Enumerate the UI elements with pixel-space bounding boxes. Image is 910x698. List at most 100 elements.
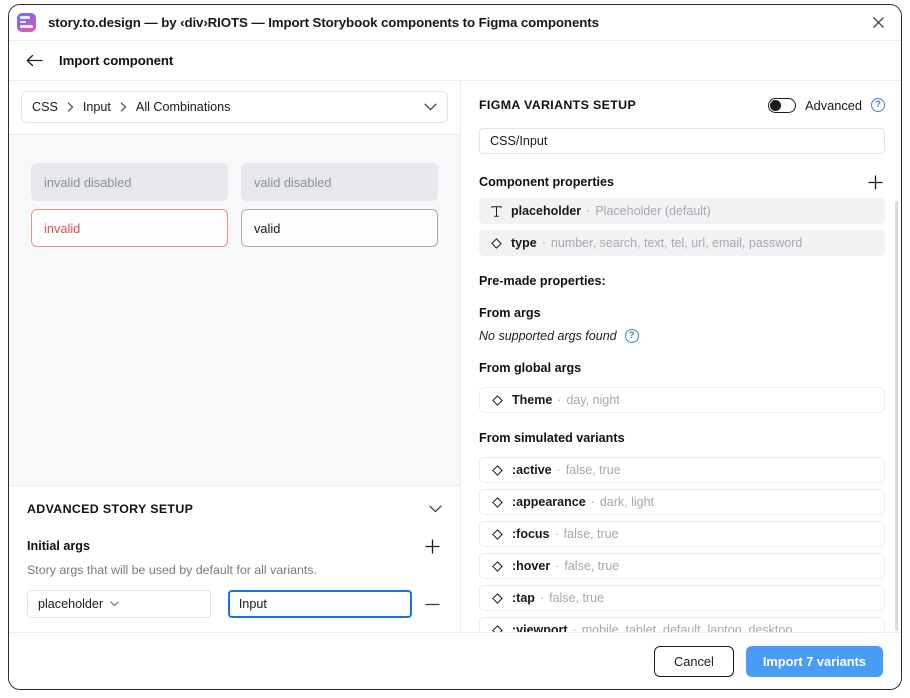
simulated-variant-row[interactable]: :hover · false, true (479, 553, 885, 579)
left-panel: CSS Input All Combinations invalid disab… (9, 81, 461, 632)
window-title: story.to.design — by ‹div›RIOTS — Import… (48, 15, 599, 30)
chevron-down-icon[interactable] (424, 103, 437, 111)
property-name: placeholder (511, 204, 582, 218)
breadcrumb-item-1[interactable]: Input (83, 100, 111, 114)
from-args-label: From args (479, 306, 541, 320)
component-property-row[interactable]: placeholder · Placeholder (default) (479, 198, 885, 224)
text-property-icon (489, 205, 503, 217)
preview-input-label: invalid disabled (44, 174, 132, 190)
preview-input-label: invalid (44, 220, 81, 236)
variant-property-icon (490, 592, 504, 604)
property-values: false, true (563, 527, 619, 541)
variant-property-icon (489, 237, 503, 249)
back-arrow-icon[interactable] (23, 50, 45, 72)
property-name: :hover (512, 559, 551, 573)
simulated-variant-row[interactable]: :viewport · mobile, tablet, default, lap… (479, 617, 885, 632)
variant-property-icon (490, 496, 504, 508)
preview-input-valid-disabled: valid disabled (241, 163, 438, 201)
title-bar: story.to.design — by ‹div›RIOTS — Import… (9, 5, 901, 41)
dialog-footer: Cancel Import 7 variants (9, 632, 901, 689)
property-name: :appearance (512, 495, 586, 509)
property-values: false, true (564, 559, 620, 573)
simulated-variant-row[interactable]: :focus · false, true (479, 521, 885, 547)
chevron-right-icon (120, 102, 127, 112)
property-separator: · (572, 623, 577, 632)
property-name: :focus (512, 527, 550, 541)
property-values: Placeholder (default) (595, 204, 711, 218)
initial-args-row: Initial args (27, 536, 442, 556)
variant-property-icon (490, 394, 504, 406)
advanced-story-setup-header[interactable]: ADVANCED STORY SETUP (27, 502, 442, 516)
page-title: Import component (59, 53, 174, 68)
right-panel: FIGMA VARIANTS SETUP Advanced ? CSS/Inpu… (461, 81, 901, 632)
property-name: :tap (512, 591, 535, 605)
property-name: :active (512, 463, 552, 477)
advanced-toggle-label: Advanced (805, 97, 862, 113)
variant-property-icon (490, 624, 504, 632)
premade-properties-label: Pre-made properties: (479, 274, 606, 288)
simulated-variant-row[interactable]: :appearance · dark, light (479, 489, 885, 515)
advanced-story-setup-section: ADVANCED STORY SETUP Initial args Story … (9, 485, 460, 632)
initial-args-label: Initial args (27, 539, 90, 553)
property-name: Theme (512, 393, 553, 407)
remove-initial-arg-button[interactable] (424, 594, 442, 614)
preview-input-valid: valid (241, 209, 438, 247)
cancel-button[interactable]: Cancel (654, 645, 734, 677)
property-separator: · (541, 236, 546, 250)
chevron-right-icon (67, 102, 74, 112)
advanced-toggle[interactable] (768, 97, 797, 113)
property-values: dark, light (599, 495, 655, 509)
main-body: CSS Input All Combinations invalid disab… (9, 81, 901, 632)
property-values: false, true (565, 463, 621, 477)
component-name-input[interactable]: CSS/Input (479, 128, 885, 154)
breadcrumb-item-0[interactable]: CSS (32, 100, 58, 114)
property-separator: · (554, 527, 559, 541)
property-values: day, night (566, 393, 620, 407)
component-preview-canvas: invalid disabled valid disabled invalid … (9, 135, 460, 485)
from-simulated-variants-label: From simulated variants (479, 431, 625, 445)
advanced-toggle-group: Advanced ? (768, 97, 885, 113)
arg-key-dropdown[interactable]: placeholder (27, 590, 211, 618)
help-icon[interactable]: ? (624, 329, 639, 343)
variant-property-icon (490, 464, 504, 476)
preview-input-label: valid (254, 220, 281, 236)
right-panel-scrollbar[interactable] (895, 201, 898, 631)
component-name-value: CSS/Input (490, 134, 548, 148)
property-name: type (511, 236, 537, 250)
chevron-down-icon[interactable] (429, 505, 442, 513)
initial-args-description: Story args that will be used by default … (27, 563, 317, 577)
add-component-property-button[interactable] (865, 172, 885, 192)
variant-property-icon (490, 528, 504, 540)
preview-grid: invalid disabled valid disabled invalid … (31, 163, 438, 247)
arg-value-input[interactable] (227, 590, 412, 618)
property-separator: · (555, 559, 560, 573)
close-icon[interactable] (865, 10, 891, 36)
property-separator: · (557, 393, 562, 407)
import-variants-button[interactable]: Import 7 variants (745, 645, 883, 677)
advanced-story-setup-title: ADVANCED STORY SETUP (27, 502, 194, 516)
property-name: :viewport (512, 623, 568, 632)
property-values: number, search, text, tel, url, email, p… (550, 236, 803, 250)
initial-arg-entry-row: placeholder (27, 590, 442, 618)
global-arg-property-row[interactable]: Theme · day, night (479, 387, 885, 413)
preview-input-invalid: invalid (31, 209, 228, 247)
breadcrumb-item-2[interactable]: All Combinations (136, 100, 231, 114)
chevron-down-icon (110, 601, 119, 607)
simulated-variant-row[interactable]: :active · false, true (479, 457, 885, 483)
component-property-row[interactable]: type · number, search, text, tel, url, e… (479, 230, 885, 256)
simulated-variant-row[interactable]: :tap · false, true (479, 585, 885, 611)
component-properties-header: Component properties (479, 172, 885, 192)
property-separator: · (586, 204, 591, 218)
property-separator: · (590, 495, 595, 509)
component-properties-label: Component properties (479, 175, 615, 189)
from-args-empty-text: No supported args found (479, 329, 617, 343)
help-icon[interactable]: ? (871, 98, 885, 112)
add-initial-arg-button[interactable] (422, 536, 442, 556)
figma-variants-setup-title: FIGMA VARIANTS SETUP (479, 98, 637, 112)
preview-input-label: valid disabled (254, 174, 332, 190)
breadcrumb-story-selector[interactable]: CSS Input All Combinations (21, 91, 448, 123)
arg-key-label: placeholder (38, 597, 104, 611)
preview-input-invalid-disabled: invalid disabled (31, 163, 228, 201)
plugin-window: story.to.design — by ‹div›RIOTS — Import… (8, 4, 902, 690)
figma-variants-setup-header: FIGMA VARIANTS SETUP Advanced ? (479, 95, 885, 115)
